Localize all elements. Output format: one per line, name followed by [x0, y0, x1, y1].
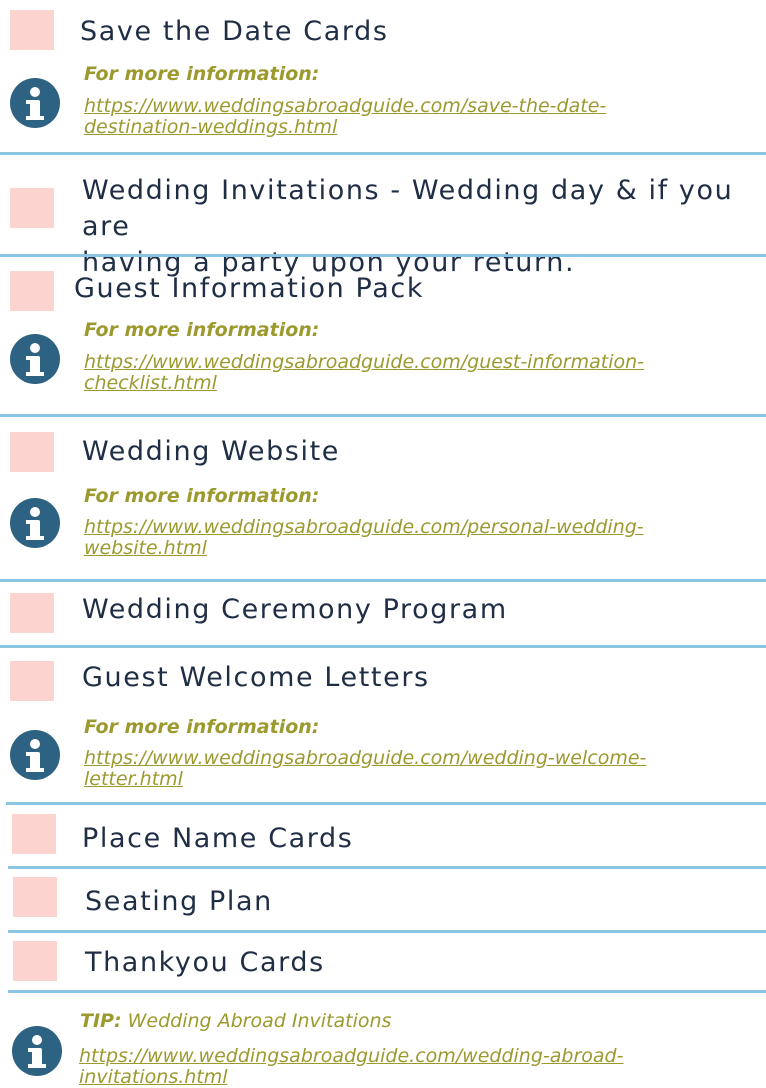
item-title-wedding-ceremony-program: Wedding Ceremony Program: [82, 594, 508, 625]
checkbox-guest-welcome-letters[interactable]: [10, 661, 54, 701]
info-icon: [10, 498, 60, 548]
checkbox-guest-information-pack[interactable]: [10, 271, 54, 311]
divider: [0, 414, 766, 417]
divider: [0, 579, 766, 582]
info-icon: [10, 334, 60, 384]
info-icon: [10, 78, 60, 128]
info-icon: [12, 1026, 62, 1076]
tip-text: TIP: Wedding Abroad Invitations: [80, 1009, 391, 1033]
checkbox-save-the-date[interactable]: [10, 10, 54, 50]
divider: [8, 990, 766, 993]
checkbox-wedding-website[interactable]: [10, 432, 54, 472]
divider: [0, 645, 766, 648]
checkbox-thankyou-cards[interactable]: [13, 941, 57, 981]
divider: [8, 866, 766, 869]
info-heading: For more information:: [84, 319, 320, 341]
item-title-thankyou-cards: Thankyou Cards: [85, 947, 325, 978]
info-heading: For more information:: [84, 63, 320, 85]
info-link-wedding-website[interactable]: https://www.weddingsabroadguide.com/pers…: [84, 517, 744, 559]
info-heading: For more information:: [84, 716, 320, 738]
checkbox-wedding-ceremony-program[interactable]: [10, 593, 54, 633]
item-title-guest-welcome-letters: Guest Welcome Letters: [82, 662, 430, 693]
info-icon: [10, 730, 60, 780]
divider: [0, 152, 766, 155]
item-title-guest-information-pack: Guest Information Pack: [74, 273, 425, 304]
info-heading: For more information:: [84, 485, 320, 507]
divider: [8, 930, 766, 933]
info-link-guest-information[interactable]: https://www.weddingsabroadguide.com/gues…: [84, 352, 744, 394]
item-title-place-name-cards: Place Name Cards: [82, 823, 354, 854]
checkbox-seating-plan[interactable]: [13, 877, 57, 917]
tip-link-wedding-abroad-invitations[interactable]: https://www.weddingsabroadguide.com/wedd…: [79, 1046, 739, 1088]
info-link-welcome-letter[interactable]: https://www.weddingsabroadguide.com/wedd…: [84, 748, 744, 790]
divider: [6, 802, 766, 805]
info-link-save-the-date[interactable]: https://www.weddingsabroadguide.com/save…: [84, 96, 744, 138]
item-title-seating-plan: Seating Plan: [85, 886, 273, 917]
tip-label: TIP:: [80, 1010, 122, 1032]
checkbox-wedding-invitations[interactable]: [10, 188, 54, 228]
tip-title: Wedding Abroad Invitations: [121, 1010, 392, 1032]
item-title-wedding-invitations: Wedding Invitations - Wedding day & if y…: [82, 175, 734, 278]
item-title-wedding-website: Wedding Website: [82, 436, 340, 467]
checkbox-place-name-cards[interactable]: [12, 814, 56, 854]
divider: [0, 254, 766, 257]
item-title-save-the-date: Save the Date Cards: [80, 16, 389, 47]
